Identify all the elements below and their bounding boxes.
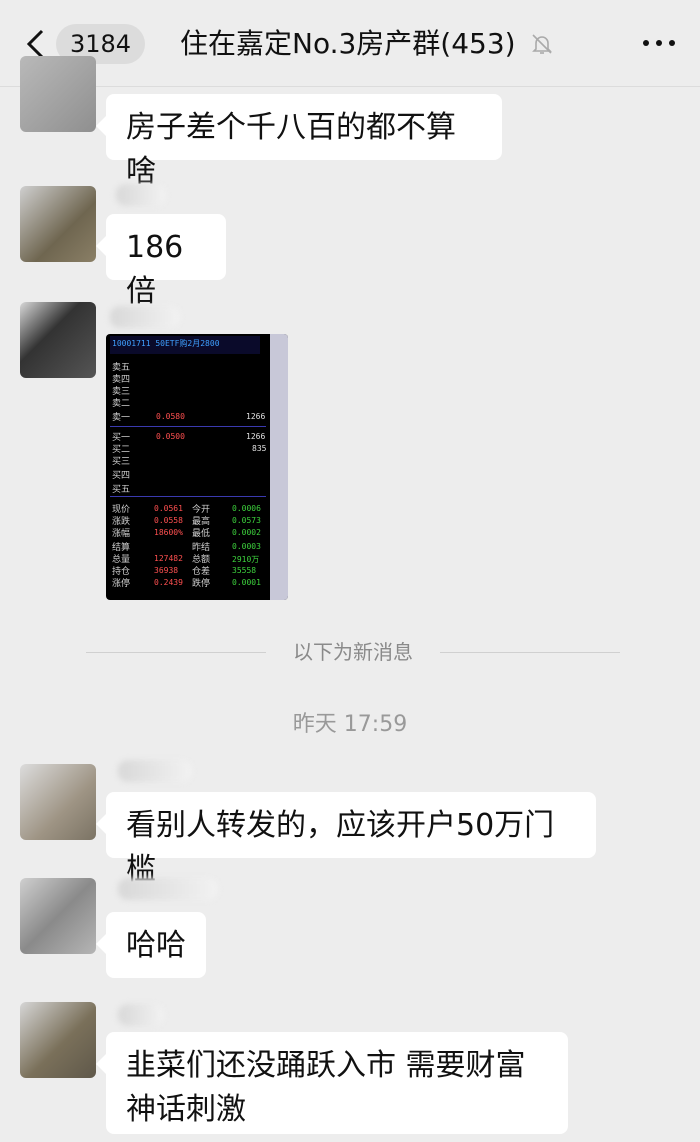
buy1-price: 0.0500 [156,432,185,441]
new-messages-divider: 以下为新消息 [86,640,620,664]
sender-name-blurred [118,760,192,782]
avatar[interactable] [20,186,96,262]
mute-bell-icon [532,34,552,54]
stat-value: 127482 [154,554,183,563]
message-bubble[interactable]: 韭菜们还没踊跃入市 需要财富神话刺激 [96,1032,568,1134]
stat-label: 涨停 [112,579,131,589]
avatar[interactable] [20,1002,96,1078]
message-bubble[interactable]: 哈哈 [96,912,206,978]
stat-value-2: 0.0573 [232,516,261,525]
sell-label: 卖二 [112,399,131,409]
avatar[interactable] [20,56,96,132]
buy-label: 买三 [112,457,131,467]
stat-value-2: 35558 [232,566,257,575]
chat-header: 3184 住在嘉定No.3房产群(453) [0,0,700,87]
stat-value-2: 2910万 [232,555,260,564]
message-bubble[interactable]: 看别人转发的，应该开户50万门槛 [96,792,596,887]
sender-name-blurred [118,1004,164,1026]
buy2-volume: 835 [252,444,267,453]
sell1-volume: 1266 [246,412,266,421]
divider-line-right [440,652,620,653]
stat-value: 0.2439 [154,578,183,587]
sell1-price: 0.0580 [156,412,185,421]
stat-value: 0.0561 [154,504,183,513]
divider-line [110,426,266,427]
stat-value-2: 0.0002 [232,528,261,537]
avatar[interactable] [20,764,96,840]
message-bubble[interactable]: 房子差个千八百的都不算啥 [96,94,502,189]
stat-label-2: 最低 [192,529,211,539]
chat-title: 住在嘉定No.3房产群(453) [180,27,516,60]
stat-value: 36938 [154,566,179,575]
sender-name-blurred [118,878,218,900]
stat-value-2: 0.0003 [232,542,261,551]
quote-title: 10001711 50ETF购2月2800 [112,339,220,348]
stat-value: 18600% [154,528,183,537]
message-bubble[interactable]: 186倍 [96,214,226,309]
avatar[interactable] [20,302,96,378]
avatar[interactable] [20,878,96,954]
sender-name-blurred [110,306,180,328]
stat-value: 0.0558 [154,516,183,525]
stat-value-2: 0.0006 [232,504,261,513]
more-options-icon[interactable] [642,36,676,50]
sender-name-blurred [116,184,166,206]
stock-quote-screenshot[interactable]: 10001711 50ETF购2月2800 卖五 卖四 卖三 卖二 卖一 0.0… [106,334,288,600]
sell-label: 卖一 [112,413,131,423]
buy-label: 买四 [112,471,131,481]
stat-value-2: 0.0001 [232,578,261,587]
buy-label: 买五 [112,485,131,495]
stat-label-2: 跌停 [192,579,211,589]
message-timestamp: 昨天 17:59 [292,712,408,737]
buy1-volume: 1266 [246,432,266,441]
divider-line [110,496,266,497]
quote-toolbar [270,334,288,600]
stat-label: 涨幅 [112,529,131,539]
